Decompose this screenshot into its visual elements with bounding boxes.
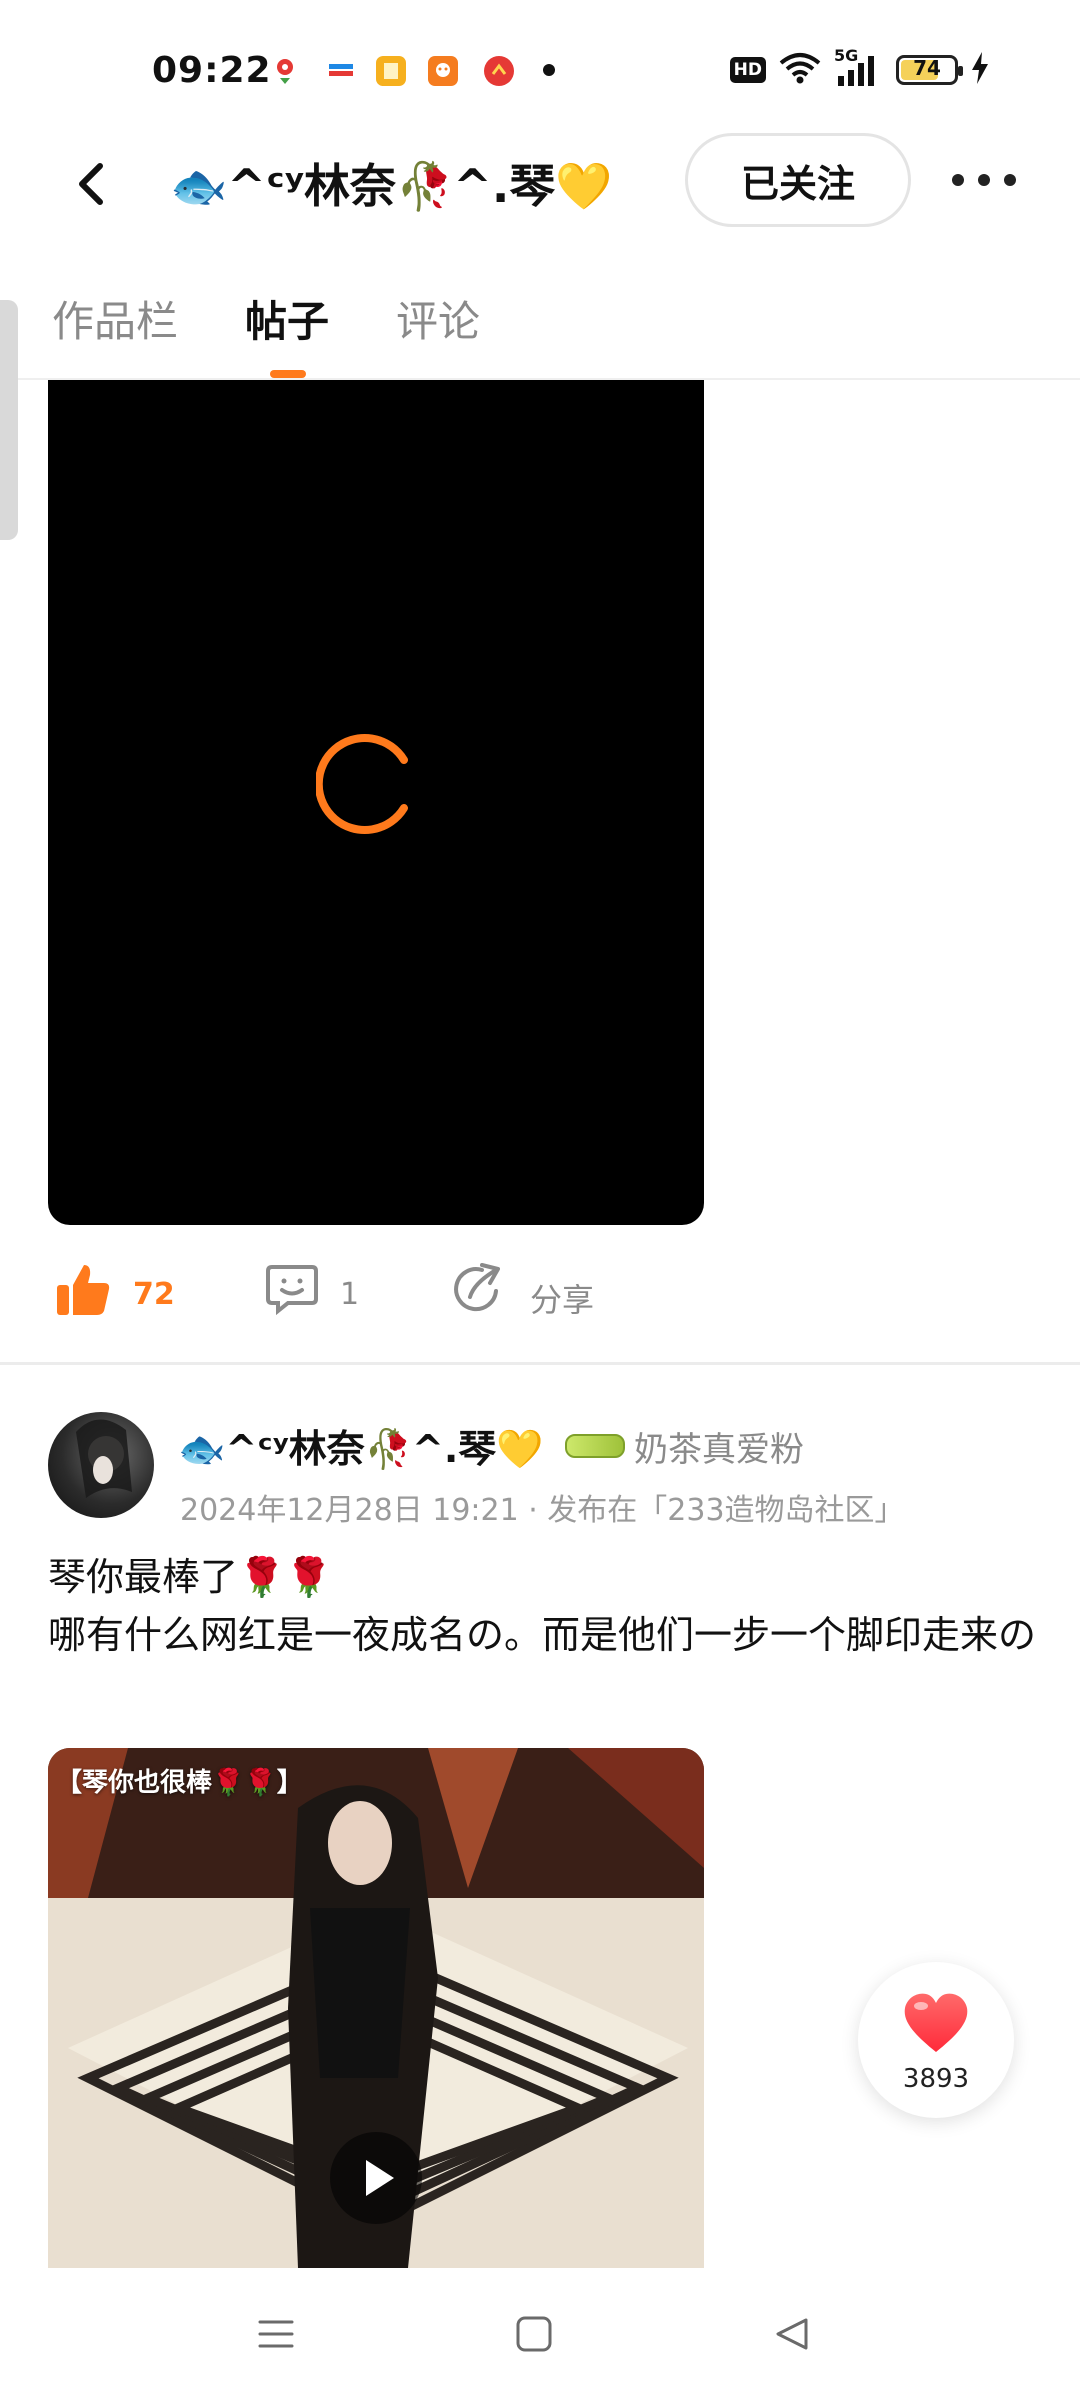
more-notifications-dot — [543, 64, 555, 76]
status-time: 09:22 — [152, 50, 272, 91]
charging-bolt-icon — [970, 51, 990, 89]
wallet-icon — [326, 56, 356, 86]
wifi-icon — [778, 51, 822, 89]
comment-count: 1 — [340, 1277, 360, 1312]
recent-apps-button[interactable] — [256, 2314, 296, 2358]
chevron-left-icon — [79, 163, 103, 205]
back-nav-button[interactable] — [772, 2314, 812, 2358]
profile-title: 🐟^ᶜʸ林奈🥀^.琴💛 — [170, 159, 613, 213]
like-count: 72 — [133, 1277, 175, 1312]
status-right: HD 5G 74 — [729, 46, 990, 90]
battery-level: 74 — [913, 56, 941, 80]
square-home-icon — [516, 2316, 552, 2352]
post-divider — [0, 1362, 1080, 1365]
fan-badge-label: 奶茶真爱粉 — [634, 1430, 804, 1470]
more-options-icon[interactable] — [952, 160, 1016, 200]
location-pin-icon — [270, 56, 300, 86]
play-button[interactable] — [330, 2132, 422, 2224]
tab-bar: 作品栏 帖子 评论 — [0, 270, 1080, 380]
active-tab-indicator — [270, 370, 306, 378]
triangle-back-icon — [776, 2318, 808, 2350]
floating-like-count: 3893 — [902, 2064, 970, 2094]
bilibili-app-icon — [428, 56, 458, 86]
video-thumbnail[interactable]: 【琴你也很棒🌹🌹】 — [48, 1748, 704, 2268]
back-button[interactable] — [60, 148, 130, 218]
thumbs-up-icon — [57, 1265, 110, 1315]
floating-like-button[interactable]: 3893 — [858, 1962, 1014, 2118]
comment-button[interactable] — [264, 1261, 320, 1321]
system-nav-bar — [0, 2270, 1080, 2400]
like-button[interactable] — [54, 1261, 112, 1323]
share-icon — [454, 1263, 500, 1312]
signal-icon: 5G — [834, 46, 884, 90]
author-name[interactable]: 🐟^ᶜʸ林奈🥀^.琴💛 — [178, 1418, 544, 1473]
share-label[interactable]: 分享 — [530, 1275, 594, 1321]
news-app-icon — [484, 56, 514, 86]
play-icon — [366, 2160, 394, 2196]
video-caption: 【琴你也很棒🌹🌹】 — [56, 1768, 303, 1798]
fan-badge-icon — [565, 1434, 625, 1458]
edge-panel-handle[interactable] — [0, 300, 18, 540]
hd-badge: HD — [729, 57, 766, 83]
heart-icon — [904, 1993, 968, 2052]
post-actions: 72 1 分享 — [0, 1255, 1080, 1335]
follow-button[interactable]: 已关注 — [685, 133, 911, 227]
comment-icon — [266, 1265, 318, 1316]
loading-spinner-icon — [314, 730, 424, 838]
tab-comments[interactable]: 评论 — [396, 288, 480, 349]
post-meta: 2024年12月28日 19:21 · 发布在「233造物岛社区」 — [180, 1493, 905, 1528]
post-text[interactable]: 琴你最棒了🌹🌹 哪有什么网红是一夜成名の。而是他们一步一个脚印走来の — [48, 1548, 1038, 1664]
tab-posts[interactable]: 帖子 — [245, 288, 329, 349]
tab-works[interactable]: 作品栏 — [52, 288, 178, 349]
menu-icon — [258, 2320, 294, 2348]
share-button[interactable] — [452, 1261, 508, 1321]
status-bar: 09:22 HD 5G 74 — [0, 0, 1080, 130]
book-app-icon — [376, 56, 406, 86]
battery-icon: 74 — [896, 55, 963, 85]
home-button[interactable] — [514, 2314, 554, 2358]
avatar[interactable] — [48, 1412, 154, 1518]
